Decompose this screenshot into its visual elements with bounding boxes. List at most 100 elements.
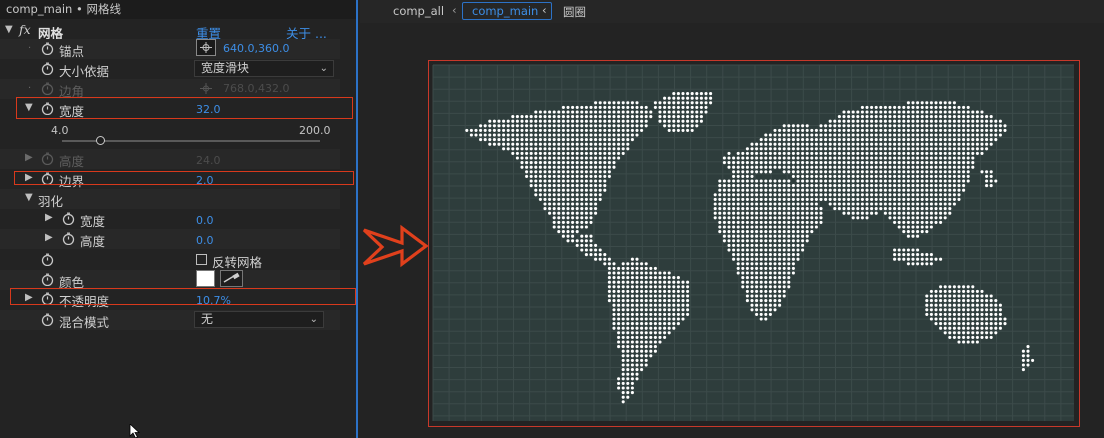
map-dot	[672, 303, 676, 307]
stopwatch-icon[interactable]	[41, 313, 54, 326]
map-dot	[782, 234, 786, 238]
stopwatch-icon[interactable]	[41, 273, 54, 286]
map-dot	[782, 225, 786, 229]
anchor-value[interactable]: 640.0,360.0	[223, 42, 289, 55]
map-dot	[764, 262, 768, 266]
map-dot	[902, 220, 906, 224]
invert-grid-checkbox[interactable]	[196, 254, 207, 265]
map-dot	[699, 119, 703, 123]
blend-mode-dropdown[interactable]: 无 ⌄	[194, 311, 324, 328]
map-dot	[874, 207, 878, 211]
anchor-crosshair-icon[interactable]	[196, 39, 216, 56]
map-dot	[713, 207, 717, 211]
tab-comp-main[interactable]: comp_main	[462, 2, 552, 20]
width-slider-thumb[interactable]	[95, 136, 105, 145]
size-from-dropdown[interactable]: 宽度滑块 ⌄	[194, 60, 334, 77]
map-dot	[663, 331, 667, 335]
property-row-invert[interactable]: 反转网格	[0, 250, 340, 270]
property-row-feather-height[interactable]: ▶ 高度 0.0	[0, 229, 340, 249]
stopwatch-icon[interactable]	[41, 62, 54, 75]
map-dot	[612, 271, 616, 275]
map-dot	[929, 188, 933, 192]
map-dot	[782, 197, 786, 201]
stopwatch-icon[interactable]	[41, 152, 54, 165]
map-dot	[773, 151, 777, 155]
map-dot	[658, 326, 662, 330]
property-row-width[interactable]: ▼ 宽度 32.0	[0, 99, 340, 119]
map-dot	[695, 119, 699, 123]
stopwatch-icon[interactable]	[62, 232, 75, 245]
collapse-triangle-icon[interactable]: ▼	[25, 192, 35, 203]
chevron-left-icon[interactable]: ‹	[542, 3, 547, 17]
map-dot	[681, 294, 685, 298]
expand-triangle-icon[interactable]: ▼	[25, 102, 35, 113]
map-dot	[952, 115, 956, 119]
composition-frame[interactable]	[428, 60, 1080, 427]
map-dot	[879, 142, 883, 146]
map-dot	[561, 138, 565, 142]
expand-triangle-icon[interactable]: ▶	[25, 292, 35, 303]
map-dot	[842, 119, 846, 123]
border-value[interactable]: 2.0	[196, 174, 214, 187]
property-row-size-from[interactable]: 大小依据 宽度滑块 ⌄	[0, 59, 340, 79]
map-dot	[952, 289, 956, 293]
expand-triangle-icon[interactable]: ▶	[45, 212, 55, 223]
map-dot	[640, 363, 644, 367]
map-dot	[902, 147, 906, 151]
stopwatch-icon[interactable]	[41, 82, 54, 95]
map-dot	[750, 184, 754, 188]
map-dot	[520, 128, 524, 132]
color-swatch[interactable]	[196, 270, 215, 287]
stopwatch-icon[interactable]	[41, 253, 54, 266]
map-dot	[580, 147, 584, 151]
property-row-corner[interactable]: · 边角 768.0,432.0	[0, 79, 340, 99]
opacity-value[interactable]: 10.7%	[196, 294, 231, 307]
property-row-feather-width[interactable]: ▶ 宽度 0.0	[0, 209, 340, 229]
property-row-height[interactable]: ▶ 高度 24.0	[0, 149, 340, 169]
effect-header-row[interactable]: ▼ fx 网格 重置 关于 ...	[0, 21, 340, 41]
expand-triangle-icon[interactable]: ▶	[25, 152, 35, 163]
map-dot	[584, 138, 588, 142]
chevron-left-icon[interactable]: ‹	[452, 3, 457, 17]
map-dot	[791, 225, 795, 229]
collapse-triangle-icon[interactable]: ▼	[5, 24, 15, 35]
property-row-color[interactable]: 颜色	[0, 270, 340, 290]
map-dot	[502, 119, 506, 123]
map-dot	[902, 128, 906, 132]
feather-width-value[interactable]: 0.0	[196, 214, 214, 227]
map-dot	[782, 124, 786, 128]
property-row-border[interactable]: ▶ 边界 2.0	[0, 169, 340, 189]
tab-circle[interactable]: 圆圈	[563, 4, 586, 20]
map-dot	[621, 372, 625, 376]
stopwatch-icon[interactable]	[62, 212, 75, 225]
fx-icon[interactable]: fx	[19, 22, 31, 37]
map-dot	[943, 151, 947, 155]
stopwatch-icon[interactable]	[41, 292, 54, 305]
map-dot	[603, 133, 607, 137]
tab-comp-all[interactable]: comp_all	[393, 4, 444, 18]
stopwatch-icon[interactable]	[41, 102, 54, 115]
map-dot	[635, 326, 639, 330]
map-dot	[952, 335, 956, 339]
map-dot	[773, 266, 777, 270]
map-dot	[998, 119, 1002, 123]
map-dot	[732, 165, 736, 169]
property-row-anchor[interactable]: · 锚点 640.0,360.0	[0, 39, 340, 59]
property-row-blend[interactable]: 混合模式 无 ⌄	[0, 310, 340, 330]
map-dot	[736, 197, 740, 201]
map-dot	[515, 147, 519, 151]
eyedropper-icon[interactable]	[220, 270, 243, 287]
property-group-feather[interactable]: ▼ 羽化	[0, 189, 340, 209]
map-dot	[980, 128, 984, 132]
width-value[interactable]: 32.0	[196, 103, 221, 116]
expand-triangle-icon[interactable]: ▶	[45, 232, 55, 243]
map-dot	[888, 174, 892, 178]
feather-height-value[interactable]: 0.0	[196, 234, 214, 247]
map-dot	[626, 110, 630, 114]
map-dot	[580, 142, 584, 146]
expand-triangle-icon[interactable]: ▶	[25, 172, 35, 183]
stopwatch-icon[interactable]	[41, 42, 54, 55]
property-row-opacity[interactable]: ▶ 不透明度 10.7%	[0, 289, 340, 309]
map-dot	[851, 216, 855, 220]
stopwatch-icon[interactable]	[41, 172, 54, 185]
